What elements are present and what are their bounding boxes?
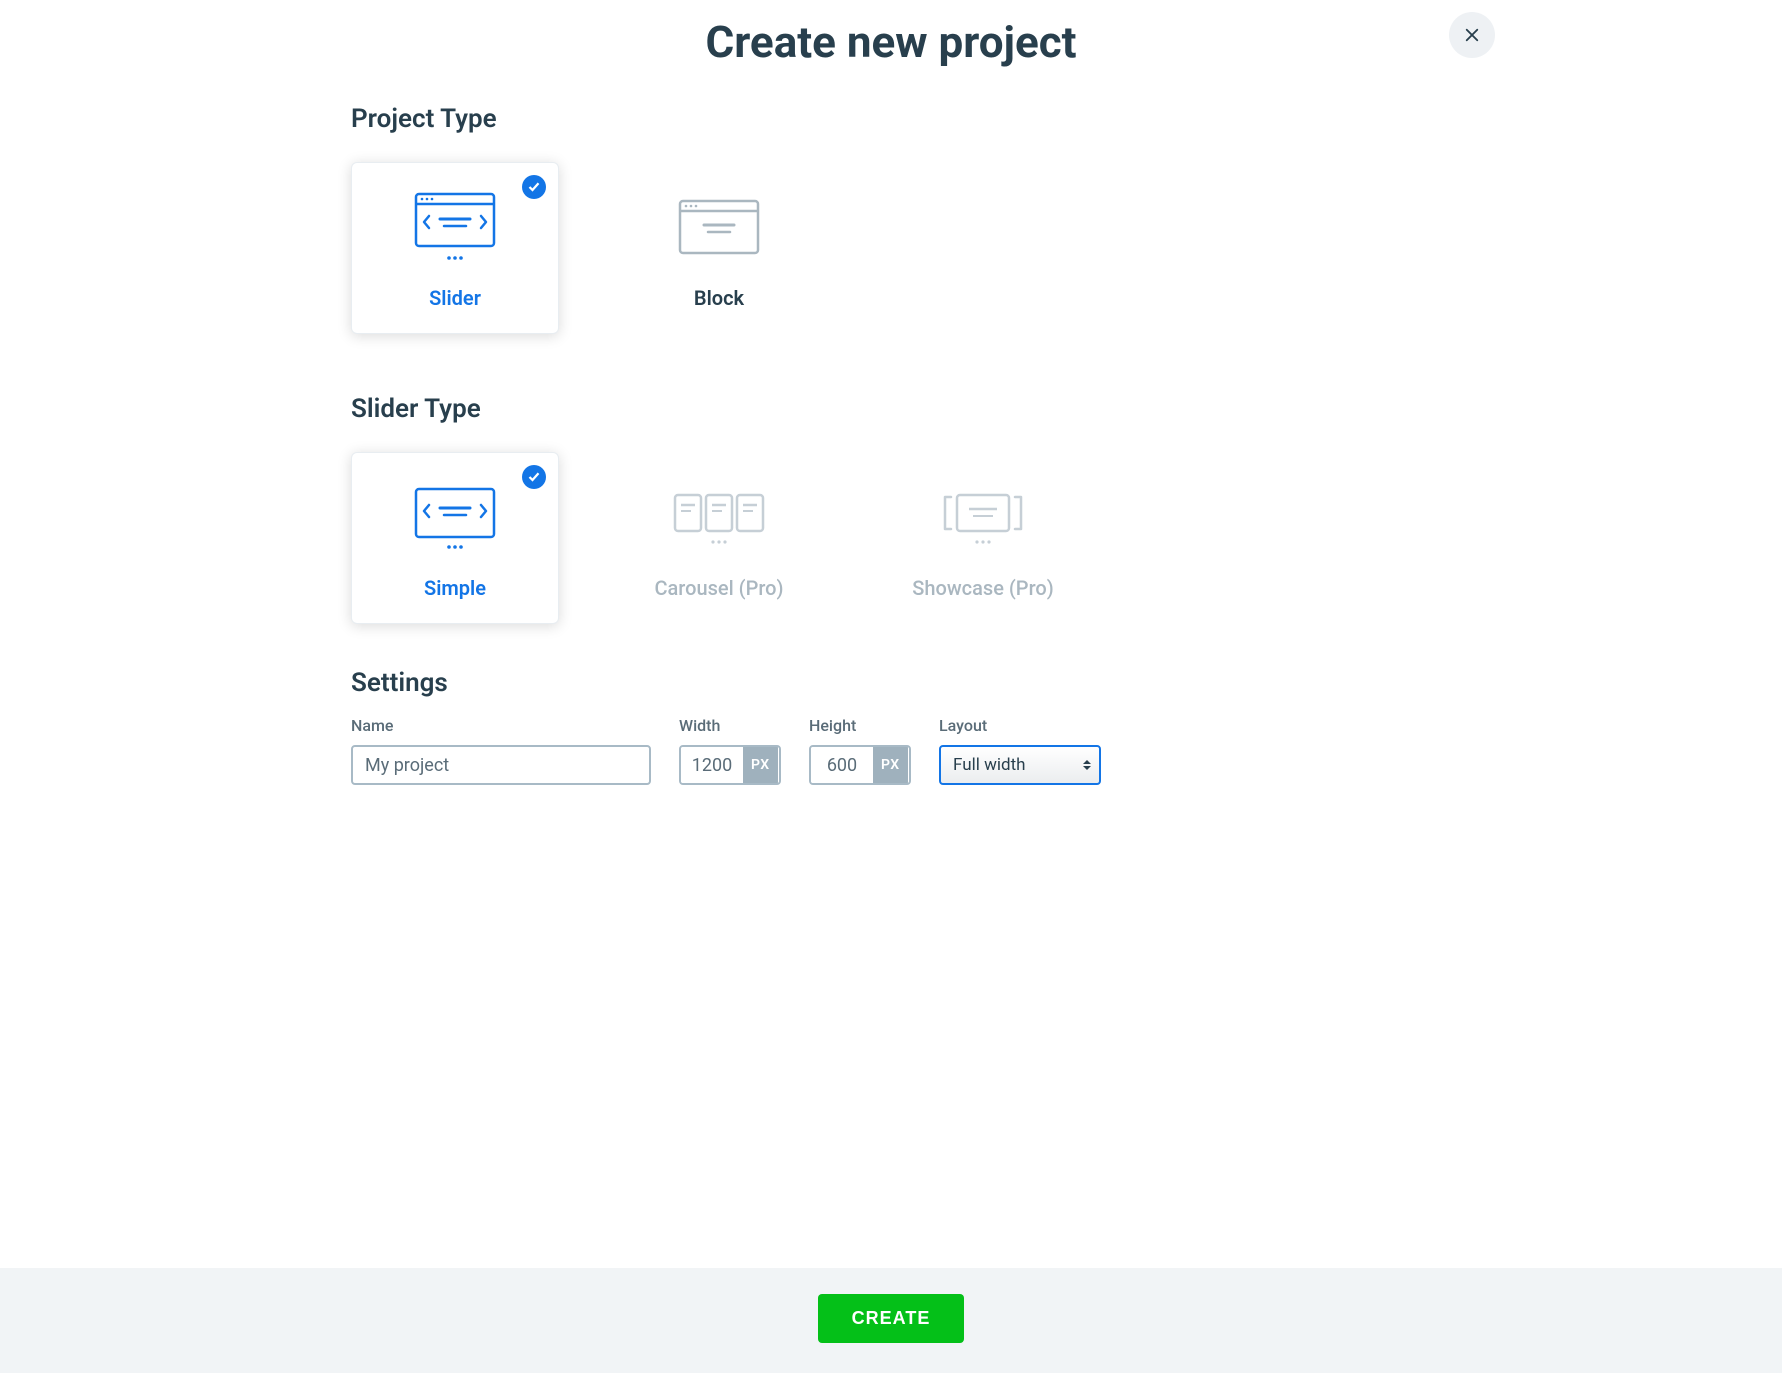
slider-type-simple[interactable]: Simple [351,452,559,624]
project-type-slider-label: Slider [429,286,481,310]
slider-type-carousel[interactable]: Carousel (Pro) [615,452,823,624]
layout-select[interactable]: Full width [939,745,1101,785]
layout-label: Layout [939,716,1101,735]
carousel-icon [669,476,769,562]
height-input[interactable] [811,747,873,783]
project-type-slider[interactable]: Slider [351,162,559,334]
slider-type-simple-label: Simple [424,576,486,600]
page-title: Create new project [275,16,1507,68]
height-label: Height [809,716,911,735]
simple-slider-icon [410,476,500,562]
slider-icon [410,186,500,272]
width-input[interactable] [681,747,743,783]
close-icon [1463,26,1481,44]
slider-type-carousel-label: Carousel (Pro) [654,576,783,600]
settings-heading: Settings [351,668,1431,698]
height-unit-toggle[interactable]: PX [873,747,908,783]
check-icon [522,175,546,199]
width-label: Width [679,716,781,735]
block-icon [674,186,764,272]
slider-type-heading: Slider Type [351,394,1431,424]
project-type-block-label: Block [694,286,744,310]
project-type-block[interactable]: Block [615,162,823,334]
slider-type-showcase-label: Showcase (Pro) [912,576,1053,600]
close-button[interactable] [1449,12,1495,58]
width-unit-toggle[interactable]: PX [743,747,778,783]
project-type-heading: Project Type [351,104,1431,134]
create-button[interactable]: CREATE [818,1294,965,1343]
showcase-icon [933,476,1033,562]
name-label: Name [351,716,651,735]
name-input[interactable] [351,745,651,785]
check-icon [522,465,546,489]
slider-type-showcase[interactable]: Showcase (Pro) [879,452,1087,624]
